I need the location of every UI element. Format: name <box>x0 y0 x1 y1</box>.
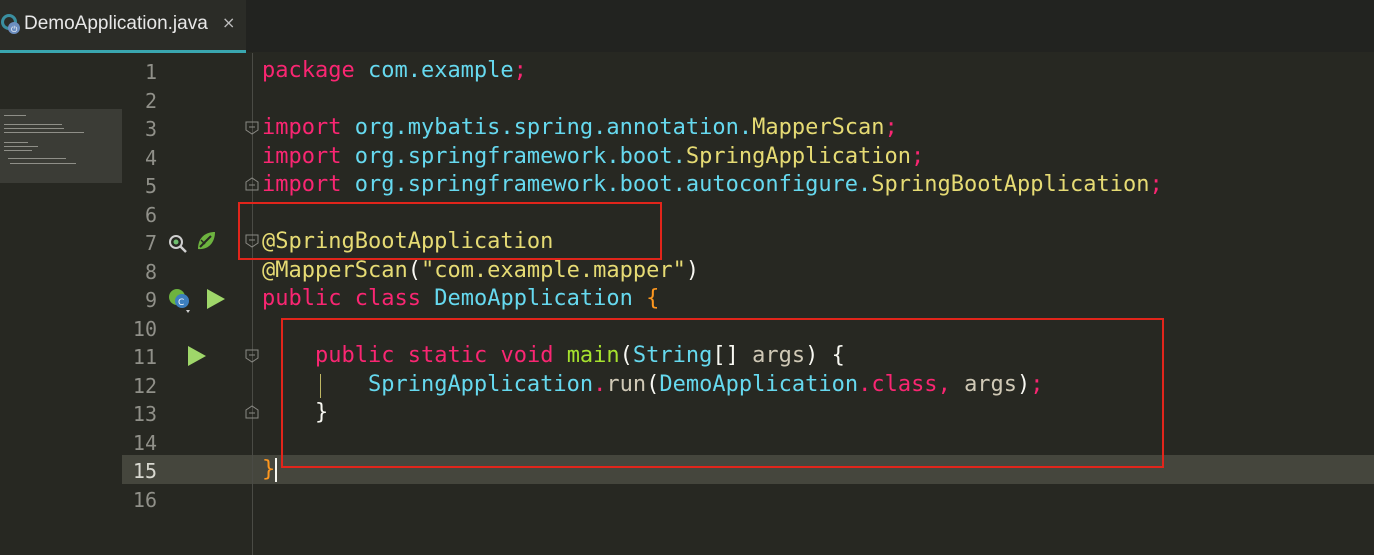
line-number[interactable]: 12 <box>117 374 157 398</box>
text-caret <box>275 458 277 482</box>
line-number[interactable]: 4 <box>117 146 157 170</box>
code-line-13[interactable]: } <box>262 400 328 425</box>
line-number[interactable]: 7 <box>117 231 157 255</box>
line-number[interactable]: 14 <box>117 431 157 455</box>
line-number[interactable]: 1 <box>117 60 157 84</box>
code-line-3[interactable]: import org.mybatis.spring.annotation.Map… <box>262 115 898 140</box>
code-minimap[interactable] <box>0 109 122 183</box>
line-number[interactable]: 5 <box>117 174 157 198</box>
code-line-1[interactable]: package com.example; <box>262 58 527 83</box>
line-number[interactable]: 11 <box>117 345 157 369</box>
line-number[interactable]: 10 <box>117 317 157 341</box>
code-line-7[interactable]: @SpringBootApplication <box>262 229 553 254</box>
line-number[interactable]: 9 <box>117 288 157 312</box>
tab-title: DemoApplication.java <box>24 13 208 34</box>
inspect-bean-icon[interactable] <box>166 232 190 254</box>
code-line-9[interactable]: public class DemoApplication { <box>262 286 659 311</box>
line-number[interactable]: 6 <box>117 203 157 227</box>
spring-leaf-icon[interactable] <box>194 229 218 253</box>
fold-icon[interactable] <box>245 349 259 363</box>
code-line-12[interactable]: SpringApplication.run(DemoApplication.cl… <box>262 372 1044 397</box>
line-number[interactable]: 16 <box>117 488 157 512</box>
svg-text:C: C <box>178 298 184 308</box>
code-line-8[interactable]: @MapperScan("com.example.mapper") <box>262 258 699 283</box>
fold-end-icon[interactable] <box>245 405 259 419</box>
structure-panel <box>0 53 122 555</box>
code-line-11[interactable]: public static void main(String[] args) { <box>262 343 845 368</box>
current-line-highlight <box>122 455 1374 484</box>
editor-tab-bar: ⏻ DemoApplication.java × <box>0 0 1374 53</box>
run-main-icon[interactable] <box>188 346 206 366</box>
run-icon[interactable] <box>207 289 225 309</box>
tab-demo-application[interactable]: ⏻ DemoApplication.java × <box>0 0 246 52</box>
line-number[interactable]: 3 <box>117 117 157 141</box>
spring-class-icon: ⏻ <box>1 14 20 34</box>
line-number[interactable]: 15 <box>117 459 157 483</box>
line-number[interactable]: 8 <box>117 260 157 284</box>
code-line-5[interactable]: import org.springframework.boot.autoconf… <box>262 172 1163 197</box>
line-number[interactable]: 2 <box>117 89 157 113</box>
fold-icon[interactable] <box>245 234 259 248</box>
svg-text:⏻: ⏻ <box>11 25 18 34</box>
fold-icon[interactable] <box>245 121 259 135</box>
close-icon[interactable]: × <box>222 13 235 32</box>
line-number[interactable]: 13 <box>117 402 157 426</box>
code-line-4[interactable]: import org.springframework.boot.SpringAp… <box>262 144 924 169</box>
code-line-15[interactable]: } <box>262 457 275 482</box>
fold-end-icon[interactable] <box>245 177 259 191</box>
spring-class-icon[interactable]: C <box>166 286 196 314</box>
